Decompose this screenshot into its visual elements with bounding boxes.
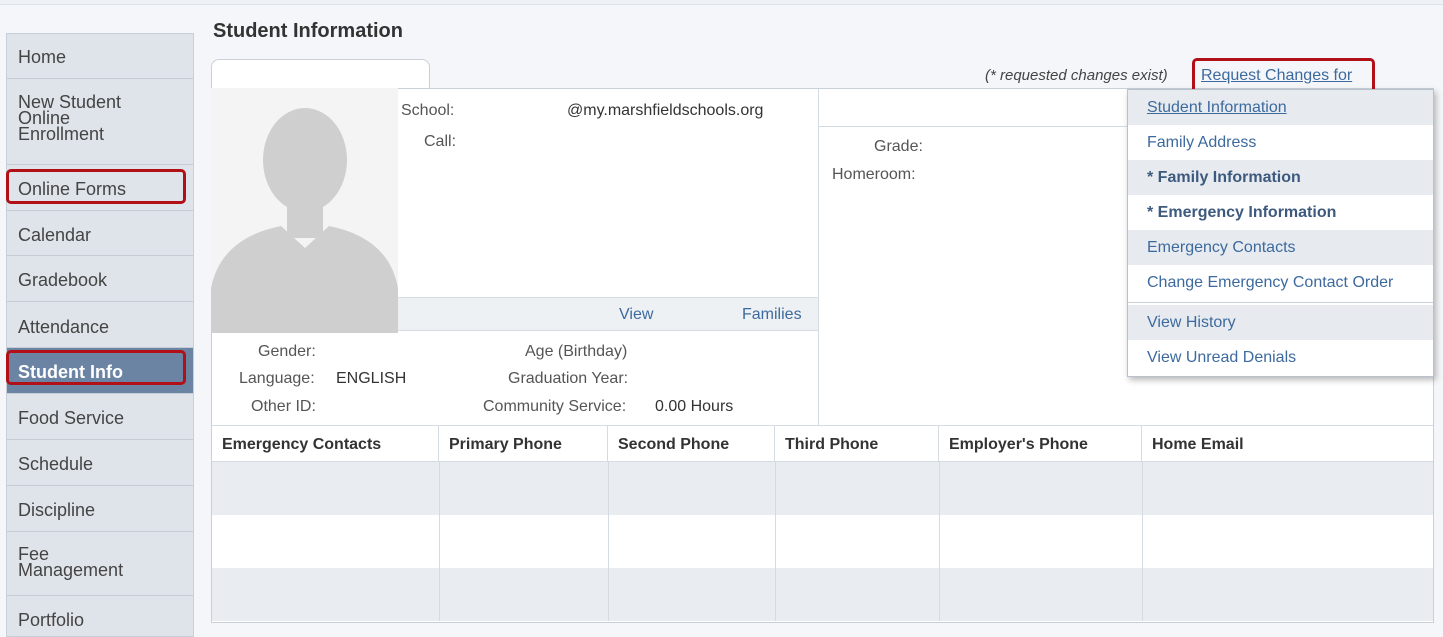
sidebar-nav: Home New Student Online Enrollment Onlin… — [6, 33, 194, 637]
call-label: Call: — [424, 133, 457, 150]
table-row[interactable] — [212, 462, 1433, 515]
sidebar-item-online-forms[interactable]: Online Forms — [7, 165, 193, 211]
graduation-year-label: Graduation Year: — [508, 370, 629, 387]
col-primary-phone: Primary Phone — [439, 426, 608, 463]
cell-divider — [939, 462, 940, 515]
student-tab[interactable] — [211, 59, 430, 90]
sidebar-item-fee-management[interactable]: Fee Management — [7, 532, 193, 596]
requested-changes-note: (* requested changes exist) — [985, 67, 1168, 84]
menu-item-student-information[interactable]: Student Information — [1128, 90, 1433, 125]
other-id-label: Other ID: — [251, 398, 316, 415]
age-label: Age (Birthday) — [525, 343, 628, 360]
families-link[interactable]: Families — [742, 306, 802, 324]
homeroom-label: Homeroom: — [832, 166, 916, 183]
language-label: Language: — [239, 370, 315, 387]
view-families-bar: View Families — [398, 297, 818, 331]
top-border — [0, 0, 1443, 5]
sidebar-item-attendance[interactable]: Attendance — [7, 302, 193, 348]
cell-divider — [1142, 462, 1143, 515]
person-silhouette-icon — [211, 88, 398, 333]
cell-divider — [608, 515, 609, 568]
gender-label: Gender: — [258, 343, 316, 360]
contacts-table-header: Emergency Contacts Primary Phone Second … — [212, 425, 1433, 463]
cell-divider — [439, 515, 440, 568]
cell-divider — [775, 568, 776, 621]
community-service-value: 0.00 Hours — [655, 398, 734, 415]
cell-divider — [939, 515, 940, 568]
table-row[interactable] — [212, 515, 1433, 568]
sidebar-item-gradebook[interactable]: Gradebook — [7, 256, 193, 302]
col-employers-phone: Employer's Phone — [939, 426, 1142, 463]
menu-item-view-unread-denials[interactable]: View Unread Denials — [1128, 340, 1433, 375]
cell-divider — [1142, 515, 1143, 568]
cell-divider — [439, 568, 440, 621]
sidebar-item-schedule[interactable]: Schedule — [7, 440, 193, 486]
student-photo — [211, 88, 398, 333]
request-changes-menu: Student Information Family Address * Fam… — [1127, 89, 1434, 377]
menu-item-family-address[interactable]: Family Address — [1128, 125, 1433, 160]
cell-divider — [608, 568, 609, 621]
grade-label: Grade: — [874, 138, 923, 155]
language-value: ENGLISH — [336, 370, 407, 387]
col-emergency-contacts: Emergency Contacts — [212, 426, 439, 463]
sidebar-item-student-info[interactable]: Student Info — [7, 348, 193, 394]
page-title: Student Information — [213, 20, 403, 42]
right-header-divider — [819, 126, 1127, 127]
student-email: @my.marshfieldschools.org — [567, 102, 764, 119]
col-third-phone: Third Phone — [775, 426, 939, 463]
cell-divider — [1142, 568, 1143, 621]
menu-item-family-information[interactable]: * Family Information — [1128, 160, 1433, 195]
sidebar-item-home[interactable]: Home — [7, 34, 193, 79]
cell-divider — [608, 462, 609, 515]
cell-divider — [439, 462, 440, 515]
menu-separator — [1128, 302, 1433, 303]
view-link[interactable]: View — [619, 306, 653, 324]
menu-item-emergency-information[interactable]: * Emergency Information — [1128, 195, 1433, 230]
col-second-phone: Second Phone — [608, 426, 775, 463]
panel-divider — [818, 89, 819, 425]
col-home-email: Home Email — [1152, 436, 1244, 453]
sidebar-item-portfolio[interactable]: Portfolio — [7, 596, 193, 637]
menu-item-change-emergency-contact-order[interactable]: Change Emergency Contact Order — [1128, 265, 1433, 300]
menu-item-view-history[interactable]: View History — [1128, 305, 1433, 340]
cell-divider — [775, 515, 776, 568]
sidebar-item-discipline[interactable]: Discipline — [7, 486, 193, 532]
sidebar-item-food-service[interactable]: Food Service — [7, 394, 193, 440]
request-changes-link[interactable]: Request Changes for — [1201, 67, 1352, 85]
school-label: School: — [401, 102, 455, 119]
table-row[interactable] — [212, 568, 1433, 621]
cell-divider — [939, 568, 940, 621]
menu-item-emergency-contacts[interactable]: Emergency Contacts — [1128, 230, 1433, 265]
community-service-label: Community Service: — [483, 398, 627, 415]
sidebar-item-calendar[interactable]: Calendar — [7, 211, 193, 256]
cell-divider — [775, 462, 776, 515]
sidebar-item-new-student-online-enrollment[interactable]: New Student Online Enrollment — [7, 79, 193, 165]
